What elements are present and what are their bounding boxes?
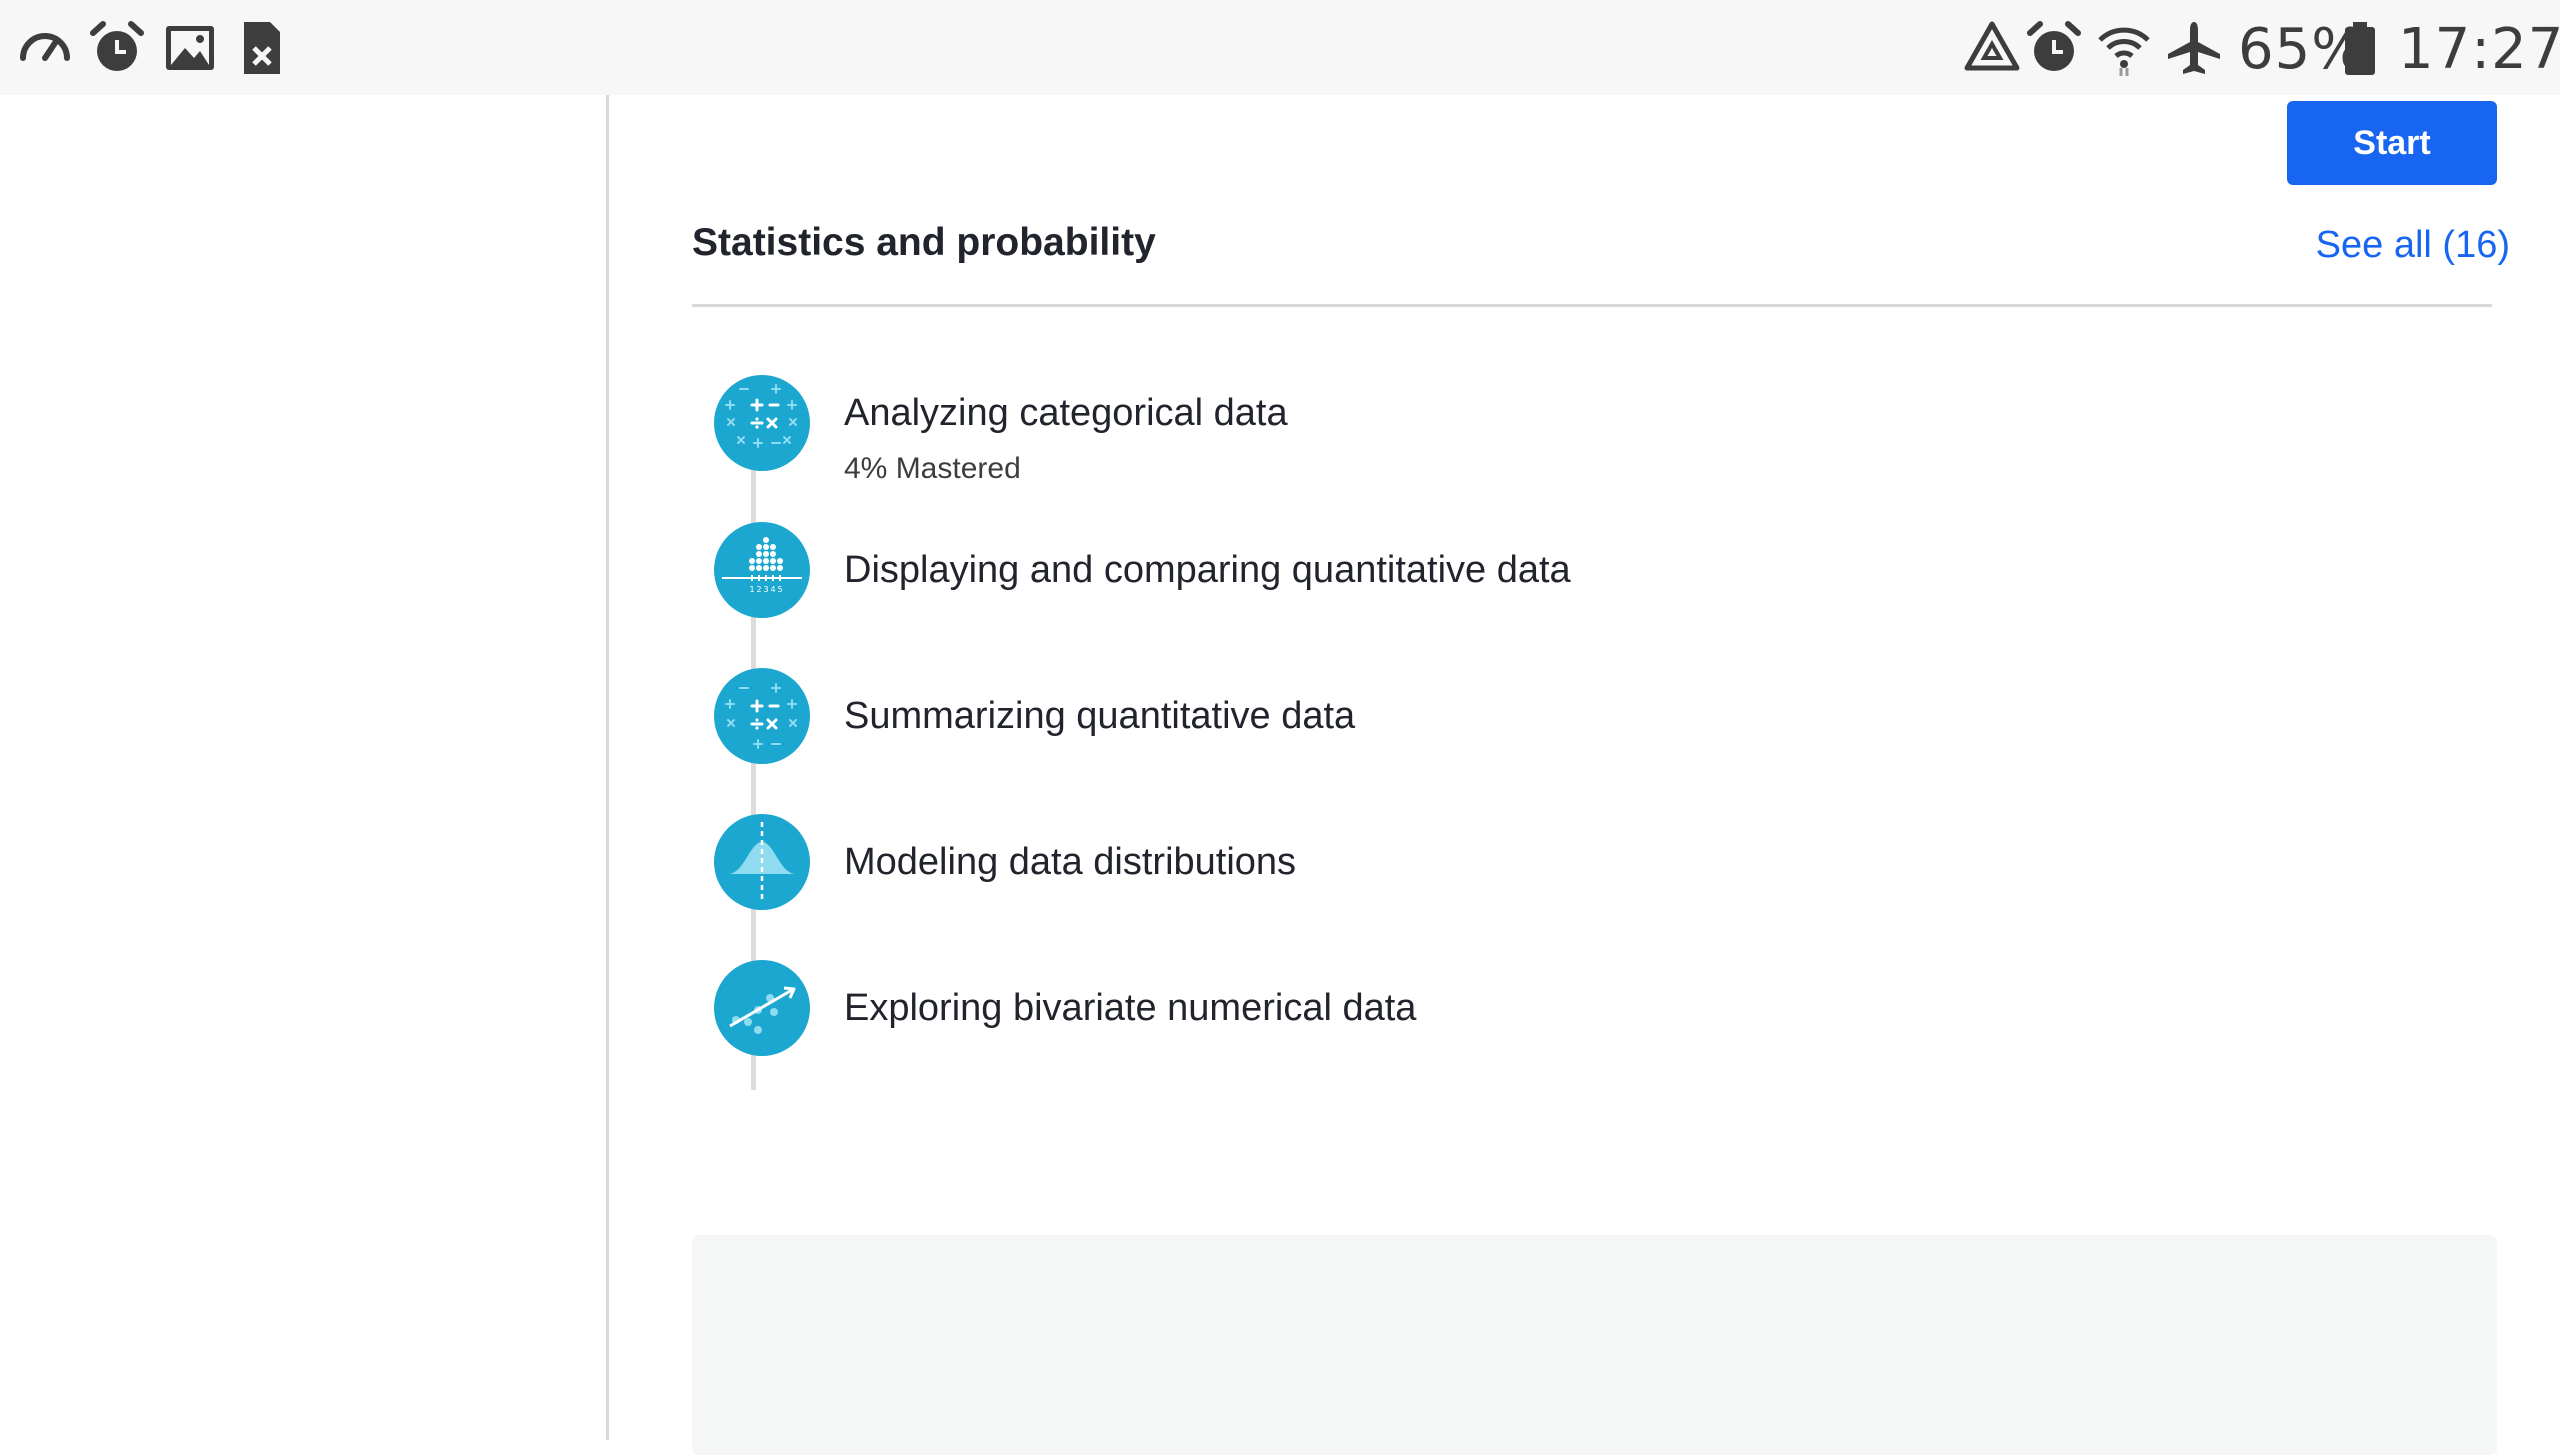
svg-text:5: 5 [777, 585, 782, 594]
section-divider [692, 304, 2492, 307]
status-bar: 65% 17:27 [0, 0, 2560, 95]
svg-text:3: 3 [763, 585, 768, 594]
alarm-icon [2024, 18, 2084, 78]
blocked-file-icon [232, 18, 292, 78]
airplane-mode-icon [2164, 18, 2224, 78]
dot-plot-icon: 12345 [714, 522, 810, 618]
left-panel [0, 95, 606, 1440]
recycle-warning-icon [1962, 18, 2022, 78]
unit-title: Analyzing categorical data [844, 392, 1288, 434]
speedometer-icon [15, 18, 75, 78]
math-operators-icon [714, 375, 810, 471]
section-title: Statistics and probability [692, 221, 1156, 264]
main-content: Statistics and probability See all (16) [609, 95, 2560, 1455]
see-all-link[interactable]: See all (16) [2316, 215, 2510, 275]
normal-distribution-icon [714, 814, 810, 910]
clock: 17:27 [2398, 17, 2560, 82]
math-operators-icon [714, 668, 810, 764]
svg-text:1: 1 [749, 585, 754, 594]
next-section-card [692, 1235, 2497, 1455]
unit-item[interactable]: Exploring bivariate numerical data [692, 960, 2492, 1080]
unit-title: Summarizing quantitative data [844, 695, 1356, 737]
unit-item[interactable]: Summarizing quantitative data [692, 668, 2492, 788]
unit-title: Displaying and comparing quantitative da… [844, 549, 1571, 591]
gallery-icon [160, 18, 220, 78]
mastery-status: 4% Mastered [844, 452, 1021, 485]
start-button[interactable]: Start [2287, 101, 2497, 185]
svg-text:4: 4 [770, 585, 775, 594]
unit-item[interactable]: 12345 Displaying and comparing quantitat… [692, 522, 2492, 642]
battery-icon [2340, 18, 2380, 78]
unit-item[interactable]: Modeling data distributions [692, 814, 2492, 934]
alarm-icon [87, 18, 147, 78]
scatter-trend-icon [714, 960, 810, 1056]
unit-title: Exploring bivariate numerical data [844, 987, 1417, 1029]
unit-item[interactable]: Analyzing categorical data 4% Mastered S… [692, 101, 2497, 495]
svg-text:2: 2 [756, 585, 761, 594]
unit-title: Modeling data distributions [844, 841, 1297, 883]
wifi-icon [2094, 18, 2154, 78]
